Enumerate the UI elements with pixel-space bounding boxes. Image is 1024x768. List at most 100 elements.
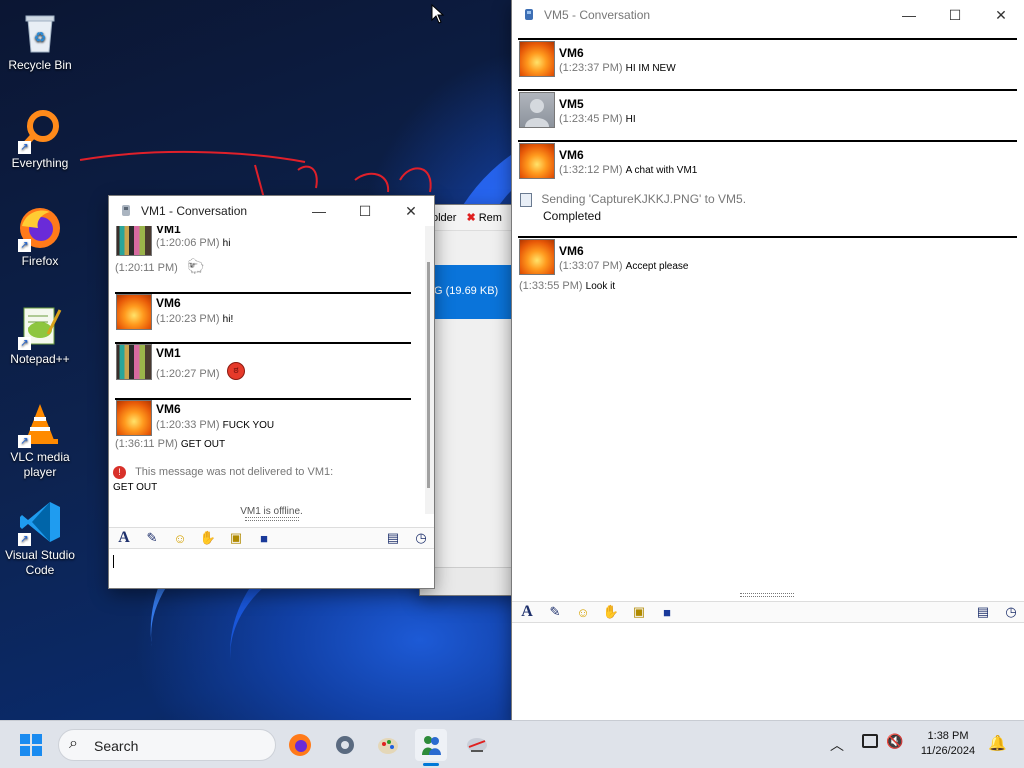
notepad-plus-plus-icon: ↗: [18, 304, 62, 350]
shortcut-arrow-icon: ↗: [18, 239, 31, 252]
message-block: VM6 (1:20:23 PM) hi!: [109, 294, 419, 338]
clock[interactable]: 1:38 PM 11/26/2024: [912, 729, 984, 759]
vm1-conversation-window[interactable]: VM1 - Conversation — ☐ ✕ VM1 (1:20:06 PM…: [109, 196, 434, 588]
font-icon[interactable]: A: [115, 529, 133, 547]
font-color-icon[interactable]: ✎: [546, 604, 564, 620]
nudge-icon[interactable]: ✋: [199, 530, 217, 546]
desktop-icon-vscode[interactable]: ↗ Visual Studio Code: [2, 500, 78, 578]
error-icon: !: [113, 466, 126, 479]
close-button[interactable]: ✕: [978, 0, 1024, 30]
scrollbar-thumb[interactable]: [427, 262, 430, 488]
vm1-message-history[interactable]: VM1 (1:20:06 PM) hi (1:20:11 PM) 🐑 VM6 (…: [109, 226, 425, 516]
vm1-format-toolbar: A ✎ ☺ ✋ ▣ ■ ▤ ◷: [109, 527, 434, 549]
show-hidden-icons[interactable]: ︿: [830, 735, 844, 755]
message-block: VM1 (1:20:27 PM) ಠ: [109, 344, 419, 388]
start-button[interactable]: [20, 734, 42, 756]
maximize-button[interactable]: ☐: [932, 0, 978, 30]
font-color-icon[interactable]: ✎: [143, 530, 161, 546]
emoticon-icon[interactable]: ☺: [171, 531, 189, 546]
desktop-icon-label: Firefox: [21, 254, 59, 268]
message-block: VM6 (1:23:37 PM) HI IM NEW: [512, 40, 1017, 80]
desktop-icon-firefox[interactable]: ↗ Firefox: [2, 206, 78, 269]
contact-avatar: [116, 226, 152, 256]
taskbar-search-box[interactable]: ⌕ Search: [58, 729, 276, 761]
splitter-grip[interactable]: [740, 593, 794, 597]
message-time: (1:20:23 PM): [156, 313, 220, 325]
svg-text:♻: ♻: [34, 29, 47, 45]
save-icon[interactable]: ■: [658, 605, 676, 620]
desktop-icon-everything[interactable]: ↗ Everything: [2, 108, 78, 171]
vm5-format-toolbar: A ✎ ☺ ✋ ▣ ■ ▤ ◷: [512, 601, 1024, 623]
notification-bell-icon[interactable]: 🔔: [988, 734, 1007, 752]
paint-palette-icon: [378, 738, 398, 754]
vm1-message-input[interactable]: [109, 550, 434, 586]
sender-name: VM6: [559, 148, 584, 162]
emoticon-icon[interactable]: ☺: [574, 605, 592, 620]
toolbar-remove-button[interactable]: Rem: [479, 212, 502, 224]
volume-muted-icon[interactable]: 🔇: [886, 733, 903, 750]
attach-icon[interactable]: ▤: [974, 604, 992, 620]
nudge-icon[interactable]: ✋: [602, 604, 620, 620]
message-time: (1:23:37 PM): [559, 62, 623, 74]
background-window[interactable]: older ✖ Rem G (19.69 KB): [420, 205, 520, 595]
vm5-titlebar[interactable]: VM5 - Conversation — ☐ ✕: [512, 0, 1024, 30]
taskbar-firefox[interactable]: [284, 729, 316, 761]
message-block: VM6 (1:20:33 PM) FUCK YOU (1:36:11 PM) G…: [109, 400, 419, 460]
vm5-conversation-window[interactable]: VM5 - Conversation — ☐ ✕ VM6 (1:23:37 PM…: [512, 0, 1024, 720]
sender-name: VM1: [156, 226, 181, 236]
windows-logo-icon: [20, 734, 42, 756]
desktop-icon-label: VLC media player: [10, 450, 70, 479]
network-app-icon: [467, 738, 487, 752]
taskbar-settings[interactable]: [329, 729, 361, 761]
desktop-icon-recycle-bin[interactable]: ♻ Recycle Bin: [2, 10, 78, 73]
font-icon[interactable]: A: [518, 603, 536, 621]
vm5-message-history[interactable]: VM6 (1:23:37 PM) HI IM NEW VM5 (1:23:45 …: [512, 30, 1024, 596]
send-file-icon[interactable]: ▣: [227, 530, 245, 546]
vlc-cone-icon: ↗: [18, 402, 62, 448]
minimize-button[interactable]: —: [296, 196, 342, 226]
desktop-icon-notepad-plus-plus[interactable]: ↗ Notepad++: [2, 304, 78, 367]
sender-name: VM1: [156, 346, 181, 360]
taskbar-app-extra[interactable]: [461, 729, 493, 761]
contact-avatar: [116, 344, 152, 380]
transfer-status: Sending 'CaptureKJKKJ.PNG' to VM5.: [541, 192, 747, 206]
clock-date: 11/26/2024: [920, 745, 976, 757]
vm5-message-input[interactable]: [512, 624, 1024, 720]
maximize-button[interactable]: ☐: [342, 196, 388, 226]
angry-face-emoticon: ಠ: [227, 362, 245, 380]
sheep-emoticon: 🐑: [187, 258, 205, 274]
message-text: hi: [222, 238, 231, 249]
message-time: (1:33:55 PM): [519, 280, 583, 292]
network-icon[interactable]: [862, 734, 878, 748]
clock-time: 1:38 PM: [927, 730, 969, 742]
close-button[interactable]: ✕: [388, 196, 434, 226]
message-text: FUCK YOU: [222, 420, 275, 431]
save-icon[interactable]: ■: [255, 531, 273, 546]
selected-transfer-row[interactable]: G (19.69 KB): [420, 265, 520, 319]
desktop-icon-label: Recycle Bin: [8, 58, 72, 72]
vscode-icon: ↗: [18, 500, 62, 546]
attach-icon[interactable]: ▤: [384, 530, 402, 546]
send-file-icon[interactable]: ▣: [630, 604, 648, 620]
remove-icon[interactable]: ✖: [466, 211, 475, 224]
toolbar-folder-button[interactable]: older: [432, 212, 456, 224]
message-text: GET OUT: [180, 439, 226, 450]
contact-avatar: [519, 239, 555, 275]
desktop-icon-vlc[interactable]: ↗ VLC media player: [2, 402, 78, 480]
message-time: (1:20:27 PM): [156, 368, 220, 380]
message-text: Look it: [585, 281, 616, 292]
taskbar-paint[interactable]: [372, 729, 404, 761]
error-message-body: GET OUT: [113, 482, 158, 493]
contact-avatar: [116, 294, 152, 330]
taskbar-messenger[interactable]: [415, 729, 447, 766]
splitter-grip[interactable]: [245, 517, 299, 521]
minimize-button[interactable]: —: [886, 0, 932, 30]
vm1-titlebar[interactable]: VM1 - Conversation — ☐ ✕: [109, 196, 434, 226]
message-time: (1:33:07 PM): [559, 260, 623, 272]
search-icon: ⌕: [69, 735, 78, 752]
history-icon[interactable]: ◷: [1002, 604, 1020, 620]
vm1-scrollbar[interactable]: [425, 226, 434, 514]
message-text: Accept please: [625, 261, 689, 272]
recycle-bin-icon: ♻: [18, 10, 62, 54]
history-icon[interactable]: ◷: [412, 530, 430, 546]
